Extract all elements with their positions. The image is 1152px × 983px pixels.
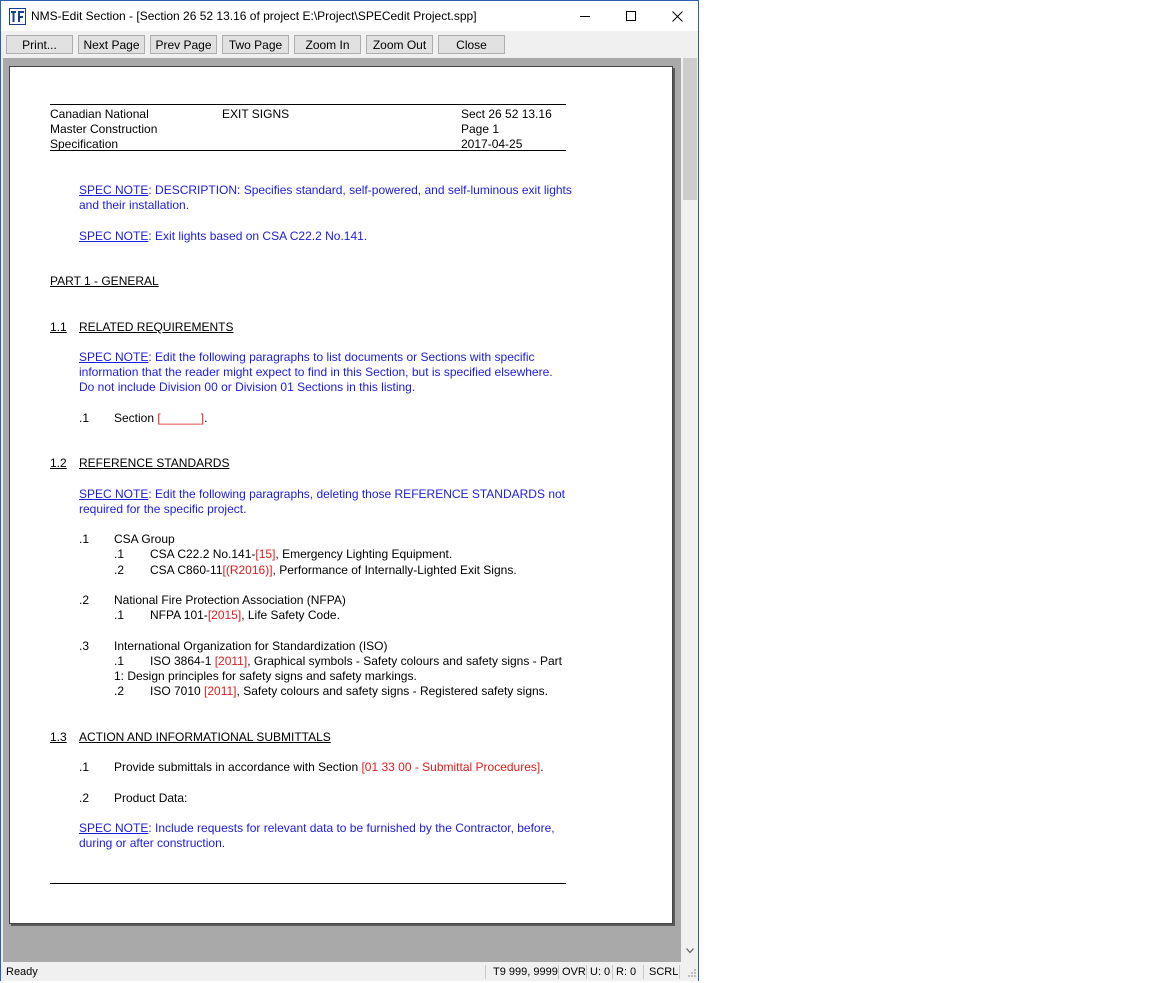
spec-note-reference: SPEC NOTE: Edit the following paragraphs… xyxy=(79,487,565,501)
paragraph-number: .2 xyxy=(79,593,90,607)
header-bottom-rule xyxy=(50,150,566,151)
csa-group-heading: CSA Group xyxy=(114,532,175,546)
spec-note-related-line3: Do not include Division 00 or Division 0… xyxy=(79,380,416,394)
spec-note-basis: SPEC NOTE: Exit lights based on CSA C22.… xyxy=(79,229,368,243)
article-number-1-2: 1.2 xyxy=(50,456,67,470)
placeholder-field[interactable]: [2015] xyxy=(208,608,241,622)
close-icon xyxy=(671,10,683,22)
paragraph-number: .1 xyxy=(79,532,90,546)
status-scroll-lock: SCRL xyxy=(649,966,679,978)
spec-note-product-data: SPEC NOTE: Include requests for relevant… xyxy=(79,821,555,835)
paragraph-number: .2 xyxy=(79,791,90,805)
close-window-button[interactable] xyxy=(654,1,700,31)
status-ready: Ready xyxy=(6,966,38,978)
placeholder-field[interactable]: [(R2016)] xyxy=(223,563,273,577)
status-overwrite: OVR xyxy=(562,966,586,978)
document-page: Canadian National Master Construction Sp… xyxy=(9,66,673,924)
minimize-button[interactable] xyxy=(562,1,608,31)
status-r-count: R: 0 xyxy=(616,966,637,978)
zoom-in-button[interactable]: Zoom In xyxy=(294,35,361,54)
subparagraph-number: .2 xyxy=(114,684,125,698)
subparagraph-number: .1 xyxy=(114,654,125,668)
standard-nfpa-101: NFPA 101-[2015], Life Safety Code. xyxy=(150,608,340,622)
article-number-1-3: 1.3 xyxy=(50,730,67,744)
paragraph-number: .1 xyxy=(79,760,90,774)
iso-heading: International Organization for Standardi… xyxy=(114,639,388,653)
status-divider xyxy=(679,965,680,979)
part-heading: PART 1 - GENERAL xyxy=(50,274,159,288)
paragraph-number: .1 xyxy=(79,411,90,425)
preview-viewport[interactable]: Canadian National Master Construction Sp… xyxy=(3,58,681,962)
footer-rule xyxy=(50,883,566,884)
maximize-icon xyxy=(626,11,636,21)
paragraph-number: .3 xyxy=(79,639,90,653)
placeholder-field[interactable]: [2011] xyxy=(215,654,247,668)
status-divider xyxy=(485,965,486,979)
standard-csa-c22: CSA C22.2 No.141-[15], Emergency Lightin… xyxy=(150,547,453,561)
title-bar[interactable]: NMS-Edit Section - [Section 26 52 13.16 … xyxy=(1,1,698,31)
article-title-reference-standards: REFERENCE STANDARDS xyxy=(79,456,230,470)
zoom-out-button[interactable]: Zoom Out xyxy=(366,35,433,54)
paragraph-submittals: Provide submittals in accordance with Se… xyxy=(114,760,544,774)
resize-grip-icon[interactable] xyxy=(687,968,697,978)
scroll-down-arrow-icon[interactable] xyxy=(686,948,694,954)
status-divider xyxy=(612,965,613,979)
status-bar: Ready T9 999, 9999 OVR U: 0 R: 0 SCRL xyxy=(1,963,698,981)
placeholder-field[interactable]: [01 33 00 - Submittal Procedures] xyxy=(361,760,540,774)
spec-note-label: SPEC NOTE xyxy=(79,821,149,835)
scrollbar-thumb[interactable] xyxy=(683,58,697,200)
header-section-title: EXIT SIGNS xyxy=(222,107,290,121)
header-org-line2: Master Construction xyxy=(50,122,158,136)
spec-note-label: SPEC NOTE xyxy=(79,183,149,197)
article-number-1-1: 1.1 xyxy=(50,320,67,334)
paragraph-section-reference: Section [______]. xyxy=(114,411,208,425)
nms-app-icon xyxy=(9,8,26,25)
subparagraph-number: .1 xyxy=(114,547,125,561)
status-divider xyxy=(558,965,559,979)
spec-note-label: SPEC NOTE xyxy=(79,350,149,364)
spec-note-description: SPEC NOTE: DESCRIPTION: Specifies standa… xyxy=(79,183,572,197)
header-org: Canadian National xyxy=(50,107,149,121)
print-button[interactable]: Print... xyxy=(6,35,73,54)
preview-toolbar: Print... Next Page Prev Page Two Page Zo… xyxy=(1,32,698,57)
status-divider xyxy=(643,965,644,979)
status-divider xyxy=(586,965,587,979)
vertical-scrollbar[interactable] xyxy=(682,58,698,962)
nfpa-heading: National Fire Protection Association (NF… xyxy=(114,593,346,607)
maximize-button[interactable] xyxy=(608,1,654,31)
spec-note-description-line2: and their installation. xyxy=(79,198,190,212)
minimize-icon xyxy=(580,16,590,17)
status-position: T9 999, 9999 xyxy=(493,966,558,978)
spec-note-product-data-line2: during or after construction. xyxy=(79,836,226,850)
placeholder-field[interactable]: [______] xyxy=(157,411,204,425)
standard-csa-c860: CSA C860-11[(R2016)], Performance of Int… xyxy=(150,563,517,577)
subparagraph-number: .1 xyxy=(114,608,125,622)
article-title-related-requirements: RELATED REQUIREMENTS xyxy=(79,320,234,334)
standard-iso-7010: ISO 7010 [2011], Safety colours and safe… xyxy=(150,684,549,698)
standard-iso-3864: ISO 3864-1 [2011], Graphical symbols - S… xyxy=(150,654,562,668)
placeholder-field[interactable]: [15] xyxy=(255,547,275,561)
status-u-count: U: 0 xyxy=(590,966,611,978)
paragraph-product-data: Product Data: xyxy=(114,791,188,805)
header-page-number: Page 1 xyxy=(461,122,500,136)
window-title: NMS-Edit Section - [Section 26 52 13.16 … xyxy=(31,9,477,23)
placeholder-field[interactable]: [2011] xyxy=(204,684,236,698)
article-title-submittals: ACTION AND INFORMATIONAL SUBMITTALS xyxy=(79,730,331,744)
spec-note-related-line2: information that the reader might expect… xyxy=(79,365,553,379)
nms-edit-window: NMS-Edit Section - [Section 26 52 13.16 … xyxy=(0,0,699,981)
header-top-rule xyxy=(50,104,566,105)
close-preview-button[interactable]: Close xyxy=(438,35,505,54)
prev-page-button[interactable]: Prev Page xyxy=(150,35,217,54)
spec-note-reference-line2: required for the specific project. xyxy=(79,502,247,516)
standard-iso-3864-line2: 1: Design principles for safety signs an… xyxy=(114,669,417,683)
spec-note-related: SPEC NOTE: Edit the following paragraphs… xyxy=(79,350,535,364)
two-page-button[interactable]: Two Page xyxy=(222,35,289,54)
header-section-number: Sect 26 52 13.16 xyxy=(461,107,552,121)
spec-note-label: SPEC NOTE xyxy=(79,487,149,501)
next-page-button[interactable]: Next Page xyxy=(78,35,145,54)
spec-note-label: SPEC NOTE xyxy=(79,229,149,243)
subparagraph-number: .2 xyxy=(114,563,125,577)
